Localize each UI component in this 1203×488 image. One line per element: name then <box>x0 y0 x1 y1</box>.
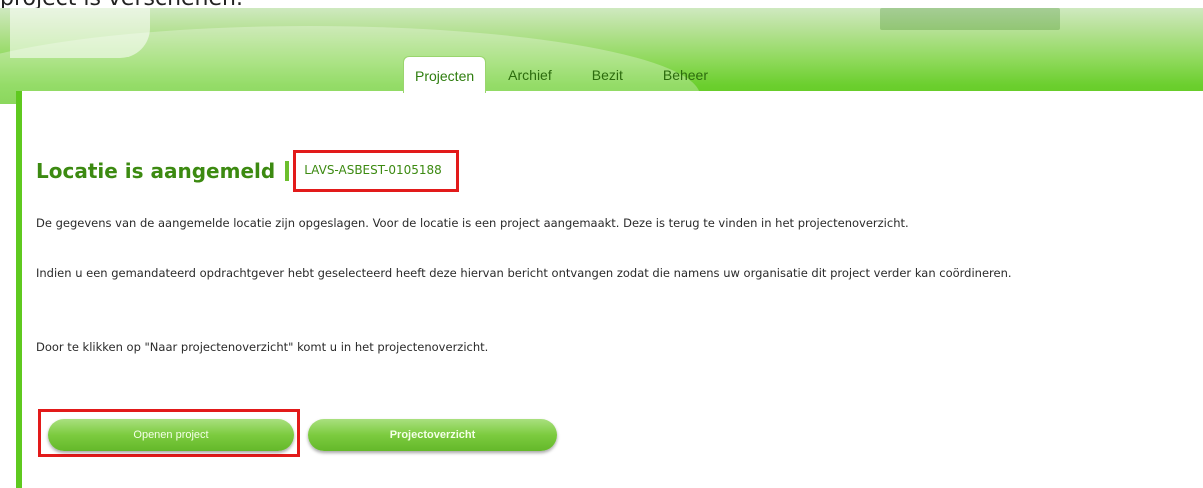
page-title: Locatie is aangemeld <box>36 159 276 183</box>
title-row: Locatie is aangemeld LAVS-ASBEST-0105188 <box>36 147 459 195</box>
tab-projecten[interactable]: Projecten <box>403 56 487 93</box>
info-paragraph-mandate: Indien u een gemandateerd opdrachtgever … <box>36 266 1012 280</box>
project-code-highlight: LAVS-ASBEST-0105188 <box>293 150 459 192</box>
tab-archief[interactable]: Archief <box>490 56 570 92</box>
main-tabs: Projecten Archief Bezit Beheer <box>403 56 726 93</box>
open-project-button[interactable]: Openen project <box>48 419 294 451</box>
tab-beheer[interactable]: Beheer <box>645 56 726 92</box>
title-separator <box>285 161 290 181</box>
info-paragraph-instruction: Door te klikken op "Naar projectenoverzi… <box>36 340 489 354</box>
info-paragraph-saved: De gegevens van de aangemelde locatie zi… <box>36 216 909 230</box>
tab-bezit[interactable]: Bezit <box>574 56 641 92</box>
project-overview-button[interactable]: Projectoverzicht <box>308 419 557 451</box>
